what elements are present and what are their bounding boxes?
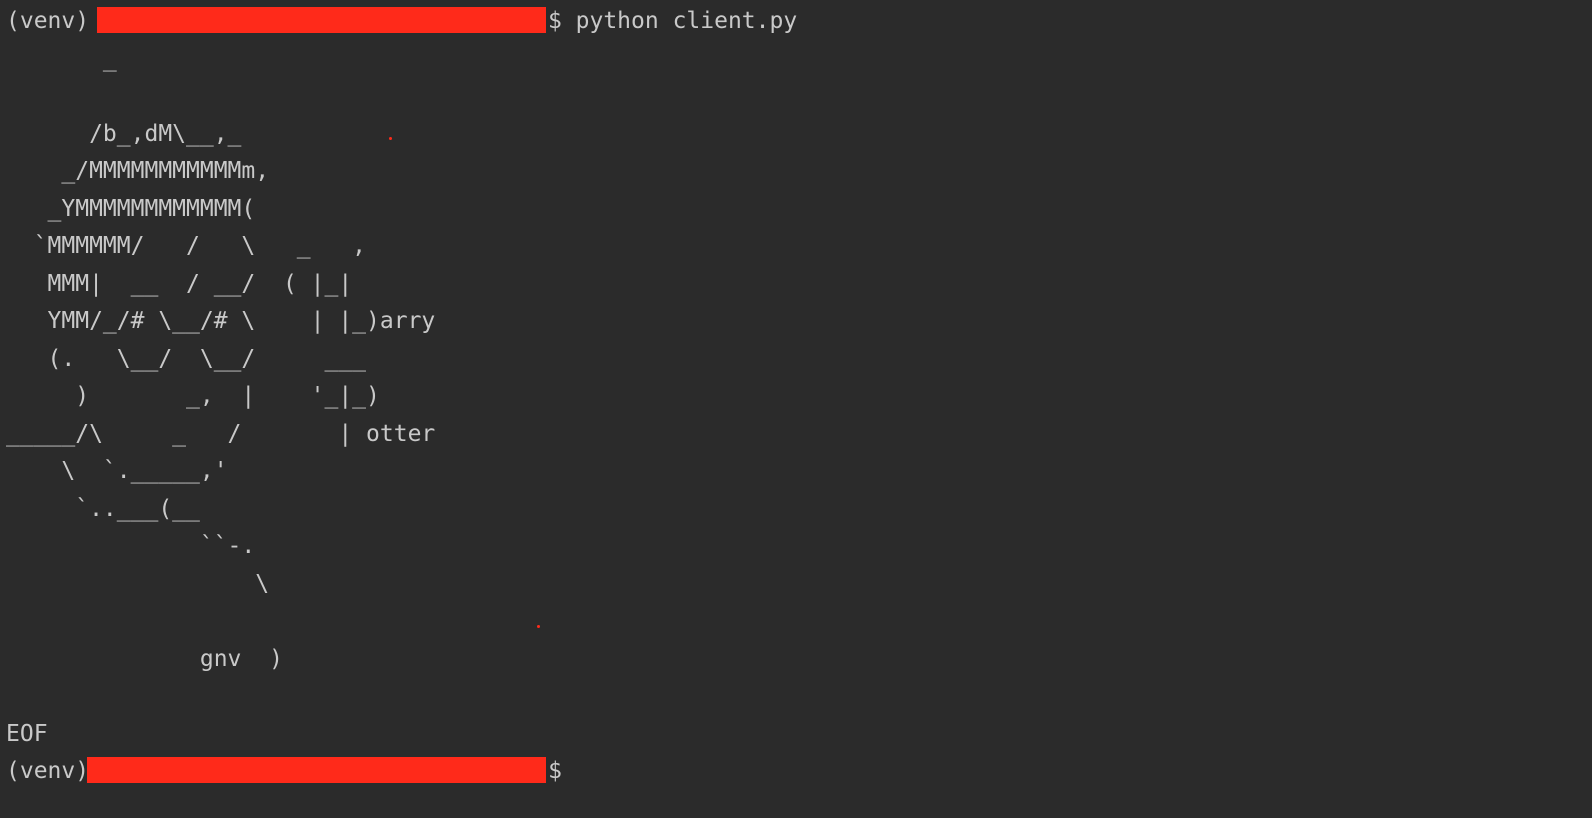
output-line: YMM/_/# \__/# \ | |_)arry bbox=[6, 308, 436, 334]
output-line: _YMMMMMMMMMMMM( bbox=[6, 195, 256, 222]
output-line: /b_,dM\__,_ bbox=[6, 120, 242, 147]
output-line: MMM| __ / __/ ( |_| bbox=[6, 270, 353, 297]
output-line: `..___(__ bbox=[6, 495, 200, 522]
prompt-symbol: $ bbox=[548, 758, 562, 784]
venv-prefix: (venv) bbox=[6, 758, 90, 784]
venv-prefix: (venv) bbox=[6, 8, 103, 34]
redacted-path bbox=[96, 7, 546, 33]
output-line: \ `._____,' bbox=[6, 458, 228, 484]
current-prompt-line[interactable]: (venv) $ bbox=[6, 753, 797, 791]
red-dot-mark bbox=[537, 625, 540, 628]
prompt-symbol: $ bbox=[547, 8, 576, 34]
command-text: python client.py bbox=[575, 8, 798, 34]
output-line: (. \__/ \__/ ___ bbox=[6, 345, 367, 372]
command-prompt-line: (venv) $ python client.py bbox=[6, 3, 797, 41]
red-dot-mark bbox=[389, 137, 392, 140]
redacted-path bbox=[87, 757, 547, 783]
output-line: gnv ) bbox=[6, 645, 283, 672]
output-line: `MMMMMM/ / \ _ , bbox=[6, 233, 367, 259]
output-line: _____/\ _ / | otter bbox=[6, 420, 436, 447]
output-line: _ bbox=[6, 45, 117, 72]
eof-line: EOF bbox=[6, 720, 48, 747]
output-line: ``-. bbox=[6, 533, 256, 559]
output-line: ) _, | '_|_) bbox=[6, 383, 380, 409]
output-line: _/MMMMMMMMMMMm, bbox=[6, 158, 270, 184]
terminal-output: (venv) $ python client.py _ /b_,dM\__,_ … bbox=[6, 3, 797, 791]
output-line: \ bbox=[6, 570, 270, 597]
